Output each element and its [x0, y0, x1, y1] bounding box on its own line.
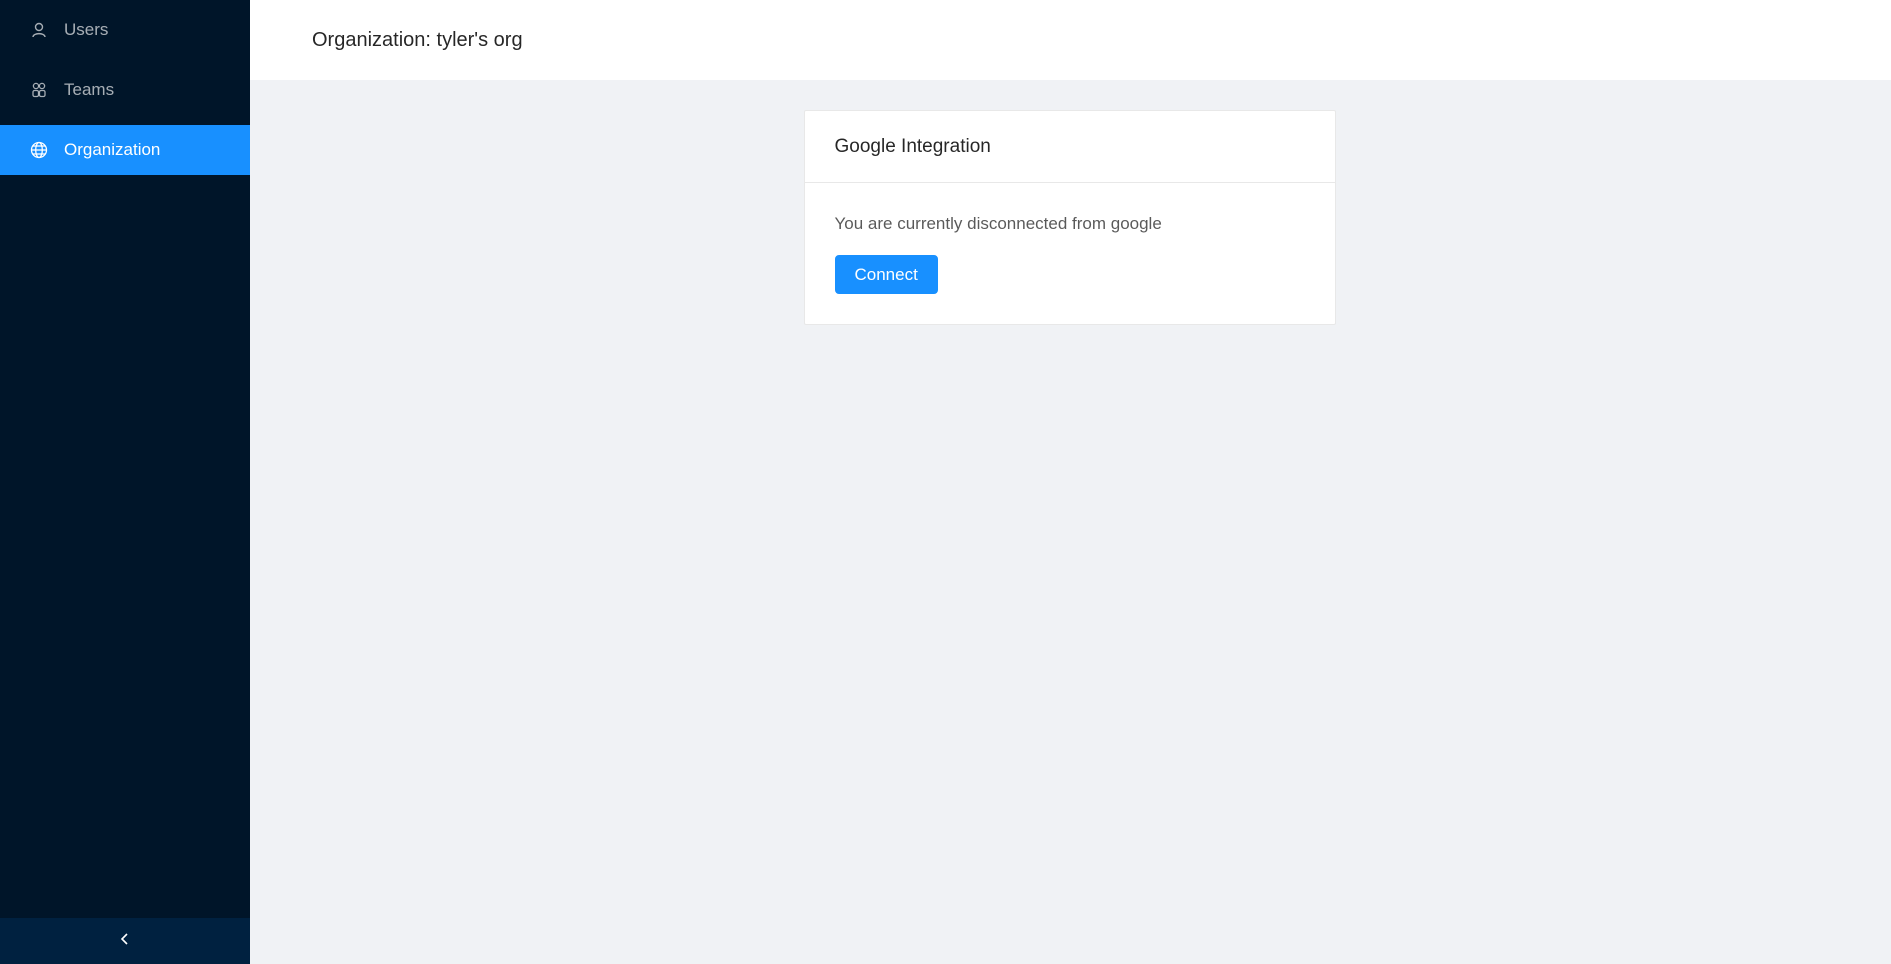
user-icon — [30, 21, 48, 39]
sidebar-item-users[interactable]: Users — [0, 5, 250, 55]
page-header: Organization: tyler's org — [250, 0, 1891, 80]
team-icon — [30, 81, 48, 99]
main-content: Organization: tyler's org Google Integra… — [250, 0, 1891, 964]
connection-status-text: You are currently disconnected from goog… — [834, 214, 1162, 233]
page-title: Organization: tyler's org — [312, 28, 523, 51]
sidebar-menu: Users Teams Organization — [0, 5, 250, 175]
chevron-left-icon — [118, 932, 132, 951]
sidebar-item-label: Organization — [64, 140, 161, 159]
sidebar-item-organization[interactable]: Organization — [0, 125, 250, 175]
google-integration-card: Google Integration You are currently dis… — [803, 110, 1336, 325]
content-area: Google Integration You are currently dis… — [250, 80, 1891, 325]
card-header: Google Integration — [804, 111, 1335, 183]
card-title: Google Integration — [834, 135, 991, 157]
sidebar-item-teams[interactable]: Teams — [0, 65, 250, 115]
app-root: Users Teams Organization Organization: t… — [0, 0, 1891, 964]
globe-icon — [30, 141, 48, 159]
sidebar: Users Teams Organization — [0, 0, 250, 964]
card-body: You are currently disconnected from goog… — [805, 183, 1335, 324]
connect-button[interactable]: Connect — [834, 255, 938, 294]
sidebar-item-label: Teams — [64, 80, 115, 99]
sidebar-item-label: Users — [64, 20, 109, 39]
sidebar-collapse-button[interactable] — [0, 918, 250, 964]
